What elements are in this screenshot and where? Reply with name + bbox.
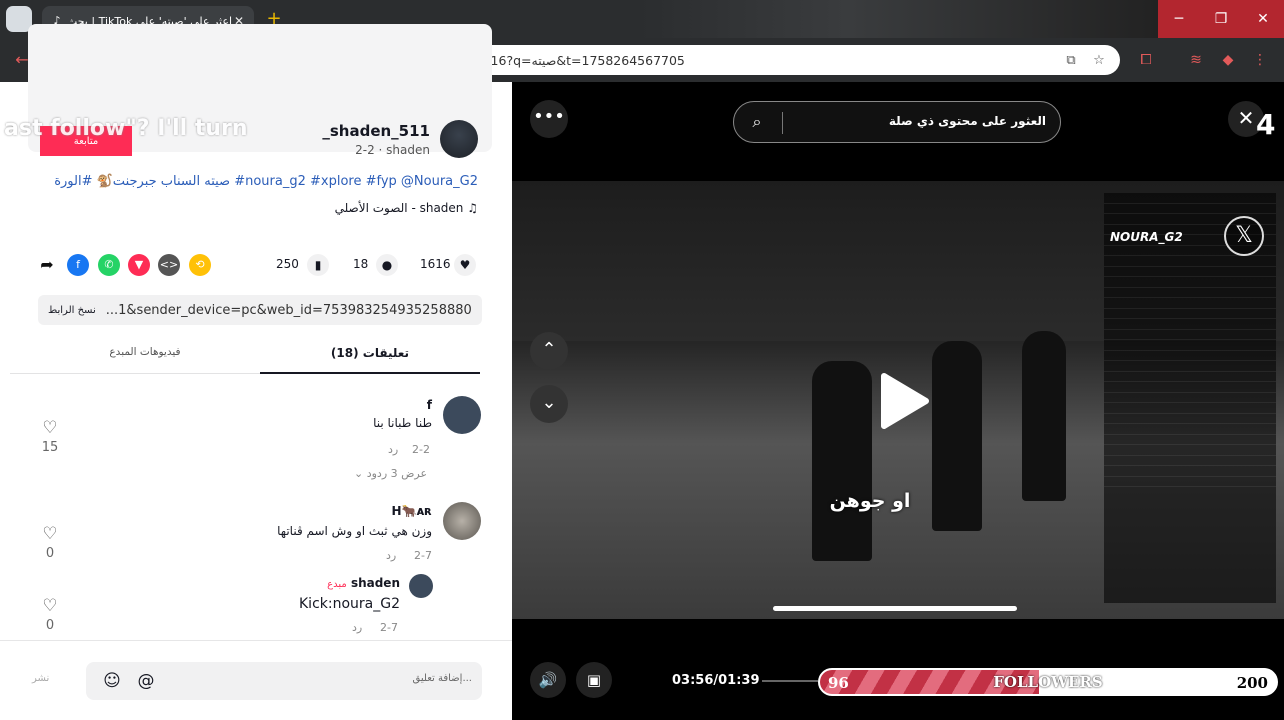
comment-like-icon[interactable]: ♡	[40, 418, 60, 438]
comment-input[interactable]: إضافة تعليق... @ ☺	[86, 662, 482, 700]
reply-button[interactable]: رد	[388, 443, 398, 456]
comment-like-icon[interactable]: ♡	[40, 524, 60, 544]
next-video-button[interactable]: ⌄	[530, 385, 568, 423]
bookmark-star-icon[interactable]: ☆	[1088, 53, 1110, 68]
extension-puzzle-icon[interactable]: ⧠	[1136, 50, 1156, 70]
volume-icon[interactable]: 🔊	[530, 662, 566, 698]
mention-icon[interactable]: @	[134, 669, 158, 693]
comment-date: 2-7	[380, 621, 398, 634]
facebook-share-icon[interactable]: f	[67, 254, 89, 276]
likes-count: 1616	[420, 257, 451, 271]
creator-name-row[interactable]: مبدع shaden	[300, 576, 400, 590]
heart-icon[interactable]: ♥	[454, 254, 476, 276]
overlay-ghost-text: ast follow"? I'll turn	[4, 116, 248, 141]
extension-brave-icon[interactable]: ◆	[1218, 50, 1238, 70]
comment-text: وزن هي ثبث او وش اسم ڨناتها	[277, 524, 432, 538]
commenter-avatar[interactable]	[443, 502, 481, 540]
search-icon: ⌕	[752, 112, 762, 131]
repost-icon[interactable]: ⟲	[189, 254, 211, 276]
video-figure	[1022, 331, 1066, 501]
commenter-avatar[interactable]	[443, 396, 481, 434]
copy-link-button[interactable]: نسخ الرابط	[48, 305, 96, 316]
maximize-button[interactable]: ❐	[1200, 0, 1242, 38]
comments-count: 18	[353, 257, 369, 271]
bookmark-icon[interactable]: ▮	[307, 254, 329, 276]
share-link-text[interactable]: ...1&sender_device=pc&web_id=75398325493…	[106, 303, 472, 318]
more-options-button[interactable]: •••	[530, 100, 568, 138]
comment-text: طنا طبانا بنا	[373, 416, 432, 430]
chevron-down-icon: ⌄	[354, 467, 364, 480]
related-search-bar[interactable]: ⌕ العثور على محتوى ذي صلة	[733, 101, 1061, 143]
post-sound[interactable]: الصوت الأصلي - shaden ♫	[40, 201, 478, 215]
embed-code-icon[interactable]: <>	[158, 254, 180, 276]
commenter-name[interactable]: f	[300, 398, 432, 412]
view-replies-button[interactable]: ⌄ عرض 3 ردود	[354, 467, 427, 480]
video-caption: او جوهن	[829, 490, 911, 512]
comment-placeholder: إضافة تعليق...	[412, 673, 472, 684]
post-comment-button[interactable]: نشر	[32, 673, 49, 684]
window-controls: ─ ❐ ✕	[1158, 0, 1284, 38]
creator-avatar[interactable]	[409, 574, 433, 598]
share-link-box: نسخ الرابط ...1&sender_device=pc&web_id=…	[38, 295, 482, 325]
commenter-name[interactable]: H🐂ᴀʀ	[300, 504, 432, 518]
minimize-button[interactable]: ─	[1158, 0, 1200, 38]
emoji-icon[interactable]: ☺	[100, 669, 124, 693]
tiktok-share-icon[interactable]: ▼	[128, 254, 150, 276]
overlay-number: 4	[1256, 108, 1276, 141]
commenter-name: shaden	[350, 576, 400, 590]
comment-like-icon[interactable]: ♡	[40, 596, 60, 616]
comment-like-count: 0	[45, 546, 55, 561]
browser-menu-icon[interactable]: ⋮	[1250, 50, 1270, 70]
post-tabs: تعليقات (18) فيديوهات المبدع	[10, 338, 480, 374]
comment-date: 2-7	[414, 549, 432, 562]
author-avatar[interactable]	[440, 120, 478, 158]
tab-creator-videos[interactable]: فيديوهات المبدع	[50, 346, 240, 358]
comment-bubble-icon[interactable]: ●	[376, 254, 398, 276]
video-scrubber[interactable]	[773, 606, 1017, 611]
music-note-icon: ♫	[467, 201, 478, 215]
action-bar: ➦ f ✆ ▼ <> ⟲ 250 ▮ 18 ● 1616 ♥	[36, 252, 480, 278]
saves-count: 250	[276, 257, 299, 271]
comment-like-count: 0	[45, 618, 55, 633]
reply-button[interactable]: رد	[352, 621, 362, 634]
followers-goal: 200	[1236, 674, 1268, 692]
creator-badge: مبدع	[327, 579, 347, 590]
comment-like-count: 15	[41, 440, 59, 455]
extension-icon[interactable]: ≋	[1186, 50, 1206, 70]
playback-time: 03:56/01:39	[672, 673, 760, 688]
previous-video-button[interactable]: ⌃	[530, 332, 568, 370]
followers-goal-bar: 96 FOLLOWERS 200	[818, 668, 1278, 696]
view-replies-label: عرض 3 ردود	[366, 467, 428, 480]
close-window-button[interactable]: ✕	[1242, 0, 1284, 38]
author-subtitle: 2-2 · shaden	[355, 143, 430, 157]
related-search-text: العثور على محتوى ذي صلة	[888, 114, 1046, 128]
x-logo-icon: 𝕏	[1224, 216, 1264, 256]
picture-in-picture-icon[interactable]: ▣	[576, 662, 612, 698]
progress-track[interactable]	[762, 680, 818, 682]
author-username[interactable]: _shaden_511	[300, 122, 430, 140]
tab-comments[interactable]: تعليقات (18)	[260, 346, 480, 374]
play-icon[interactable]	[870, 370, 932, 432]
comment-date: 2-2	[412, 443, 430, 456]
comment-text: Kick:noura_G2	[299, 596, 400, 612]
sound-label: الصوت الأصلي - shaden	[334, 201, 464, 215]
post-description: صيته السناب جبرجنت🐒 #الورة #noura_g2 #xp…	[54, 174, 478, 189]
install-app-icon[interactable]: ⧉	[1060, 53, 1082, 68]
followers-label: FOLLOWERS	[993, 673, 1103, 691]
whatsapp-share-icon[interactable]: ✆	[98, 254, 120, 276]
reply-button[interactable]: رد	[386, 549, 396, 562]
search-divider	[782, 112, 783, 134]
video-figure	[812, 361, 872, 561]
share-arrow-icon[interactable]: ➦	[36, 254, 58, 276]
hud-player-name: NOURA_G2	[1110, 230, 1183, 244]
